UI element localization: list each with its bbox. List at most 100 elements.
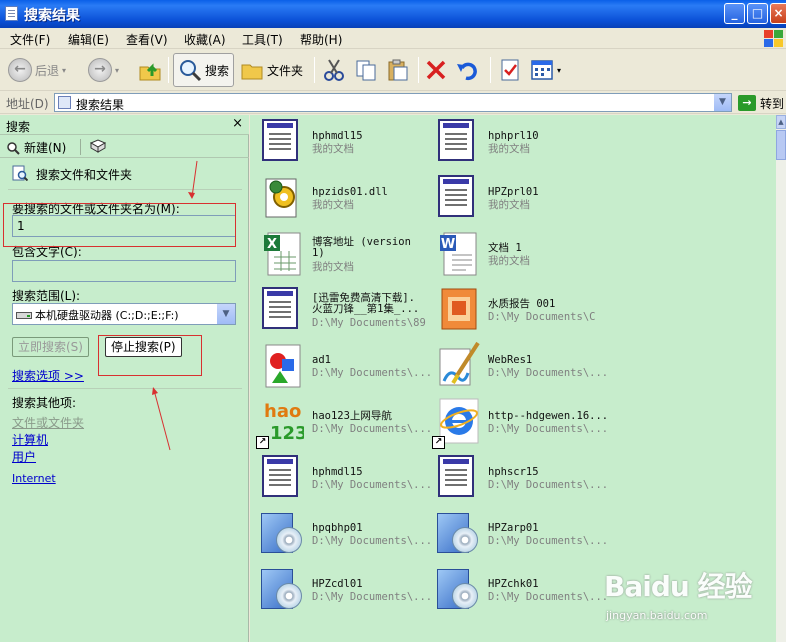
result-location: D:\My Documents\C xyxy=(488,311,596,323)
views-grid-icon xyxy=(530,58,554,82)
close-window-button[interactable]: × xyxy=(770,3,786,24)
undo-button[interactable] xyxy=(456,53,480,87)
result-name: hao123上网导航 xyxy=(312,410,392,422)
scroll-up-arrow-icon[interactable]: ▲ xyxy=(776,115,786,129)
menu-help[interactable]: 帮助(H) xyxy=(300,31,342,48)
views-dropdown-icon[interactable]: ▾ xyxy=(557,66,561,75)
result-name: hpzids01.dll xyxy=(312,186,388,198)
result-item[interactable]: [迅雷免费高清下载]. 火蓝刀锋__第1集_... D:\My Documents… xyxy=(254,283,426,337)
result-name: HPZprl01 xyxy=(488,186,539,198)
properties-check-icon xyxy=(498,58,522,82)
watermark-logo: Baidu 经验 xyxy=(604,570,753,603)
shortcut-arrow-icon: ↗ xyxy=(256,436,269,449)
result-location: D:\My Documents\... xyxy=(488,591,609,603)
result-name: hpqbhp01 xyxy=(312,522,363,534)
views-button[interactable]: ▾ xyxy=(530,53,561,87)
go-button[interactable]: 转到 xyxy=(760,95,784,112)
result-location: 我的文档 xyxy=(312,261,354,273)
result-location: D:\My Documents\... xyxy=(488,423,609,435)
folders-button[interactable]: 文件夹 xyxy=(240,53,303,87)
watermark-url: jingyan.baidu.com xyxy=(606,609,708,622)
address-value: 搜索结果 xyxy=(76,98,125,112)
forward-dropdown-icon[interactable]: ▾ xyxy=(115,66,119,75)
properties-button[interactable] xyxy=(498,53,522,87)
window-title: 搜索结果 xyxy=(24,8,80,24)
minimize-button[interactable]: _ xyxy=(724,3,745,24)
result-location: D:\My Documents\... xyxy=(488,535,609,547)
result-name: ad1 xyxy=(312,354,331,366)
copy-button[interactable] xyxy=(354,53,378,87)
back-button[interactable]: ← 后退 ▾ xyxy=(8,53,66,87)
other-items-label: 搜索其他项: xyxy=(12,396,77,410)
scroll-thumb[interactable] xyxy=(776,130,786,160)
result-item[interactable]: hphprl10 我的文档 xyxy=(430,115,600,169)
result-item[interactable]: HPZarp01 D:\My Documents\... xyxy=(430,507,608,561)
result-item[interactable]: hphmdl15 D:\My Documents\... xyxy=(254,451,432,505)
search-companion-book-icon[interactable] xyxy=(89,139,107,153)
up-folder-icon xyxy=(138,58,162,82)
menu-file[interactable]: 文件(F) xyxy=(10,31,50,48)
result-item[interactable]: 水质报告 001 D:\My Documents\C xyxy=(430,283,600,337)
result-item[interactable]: hphscr15 D:\My Documents\... xyxy=(430,451,608,505)
search-now-button[interactable]: 立即搜索(S) xyxy=(12,337,89,357)
result-item[interactable]: hpzids01.dll 我的文档 xyxy=(254,171,424,225)
result-location: 我的文档 xyxy=(488,255,530,267)
address-input[interactable]: 搜索结果 ▼ xyxy=(54,93,732,112)
result-item[interactable]: hphmdl15 我的文档 xyxy=(254,115,424,169)
result-item[interactable]: X 博客地址 (version 1) 我的文档 xyxy=(254,227,424,281)
shortcut-arrow-icon: ↗ xyxy=(432,436,445,449)
svg-text:W: W xyxy=(441,237,455,252)
result-name: HPZarp01 xyxy=(488,522,539,534)
up-folder-button[interactable] xyxy=(138,53,162,87)
result-item[interactable]: HPZchk01 D:\My Documents\... xyxy=(430,563,608,617)
menu-edit[interactable]: 编辑(E) xyxy=(68,31,109,48)
close-pane-icon[interactable]: × xyxy=(232,116,243,131)
annotation-box-filename xyxy=(3,203,236,247)
back-arrow-icon: ← xyxy=(8,58,32,82)
new-search-button[interactable]: 新建(N) xyxy=(6,139,66,156)
go-arrow-icon[interactable]: → xyxy=(738,95,756,111)
cut-button[interactable] xyxy=(322,53,346,87)
result-item[interactable]: ad1 D:\My Documents\... xyxy=(254,339,432,393)
result-item[interactable]: WebRes1 D:\My Documents\... xyxy=(430,339,608,393)
other-files-folders-link[interactable]: 文件或文件夹 xyxy=(12,414,84,431)
address-bar: 地址(D) 搜索结果 ▼ → 转到 xyxy=(0,92,786,114)
result-name: hphmdl15 xyxy=(312,466,363,478)
address-dropdown-icon[interactable]: ▼ xyxy=(714,94,731,111)
scope-select[interactable]: 本机硬盘驱动器 (C:;D:;E:;F:) ▼ xyxy=(12,303,236,325)
title-bar: 搜索结果 _ □ × xyxy=(0,0,786,28)
menu-favorites[interactable]: 收藏(A) xyxy=(184,31,226,48)
result-item[interactable]: ↗ http--hdgewen.16... D:\My Documents\... xyxy=(430,395,608,449)
scope-dropdown-icon[interactable]: ▼ xyxy=(217,304,235,324)
other-computers-link[interactable]: 计算机 xyxy=(12,431,48,448)
toolbar: ← 后退 ▾ → ▾ 搜索 文件夹 ▾ xyxy=(0,49,786,91)
result-item[interactable]: hpqbhp01 D:\My Documents\... xyxy=(254,507,432,561)
result-name: WebRes1 xyxy=(488,354,533,366)
menu-tools[interactable]: 工具(T) xyxy=(242,31,283,48)
result-item[interactable]: W 文档 1 我的文档 xyxy=(430,227,600,281)
search-options-link[interactable]: 搜索选项 >> xyxy=(12,367,84,384)
search-pane-header: 搜索 × xyxy=(0,115,249,135)
result-location: D:\My Documents\... xyxy=(488,367,609,379)
annotation-arrow-up xyxy=(152,387,171,451)
result-item[interactable]: HPZcdl01 D:\My Documents\... xyxy=(254,563,432,617)
result-item[interactable]: hao 123 ↗ hao123上网导航 D:\My Documents\... xyxy=(254,395,432,449)
baidu-jingyan-watermark: Baidu 经验 jingyan.baidu.com xyxy=(604,565,784,635)
search-toolbar-button[interactable]: 搜索 xyxy=(173,53,235,87)
menu-view[interactable]: 查看(V) xyxy=(126,31,168,48)
internet-link[interactable]: Internet xyxy=(12,472,56,485)
contains-text-input[interactable] xyxy=(12,260,236,282)
result-location: D:\My Documents\... xyxy=(312,535,433,547)
maximize-button[interactable]: □ xyxy=(747,3,768,24)
result-location: 我的文档 xyxy=(488,199,530,211)
paste-button[interactable] xyxy=(386,53,410,87)
address-label: 地址(D) xyxy=(6,97,49,111)
windows-logo-icon xyxy=(762,29,784,48)
back-dropdown-icon[interactable]: ▾ xyxy=(62,66,66,75)
vertical-scrollbar[interactable]: ▲ xyxy=(776,115,786,642)
result-name: 水质报告 001 xyxy=(488,298,556,310)
result-item[interactable]: HPZprl01 我的文档 xyxy=(430,171,600,225)
delete-button[interactable] xyxy=(424,53,448,87)
other-users-link[interactable]: 用户 xyxy=(12,448,36,465)
forward-button[interactable]: → ▾ xyxy=(88,53,119,87)
